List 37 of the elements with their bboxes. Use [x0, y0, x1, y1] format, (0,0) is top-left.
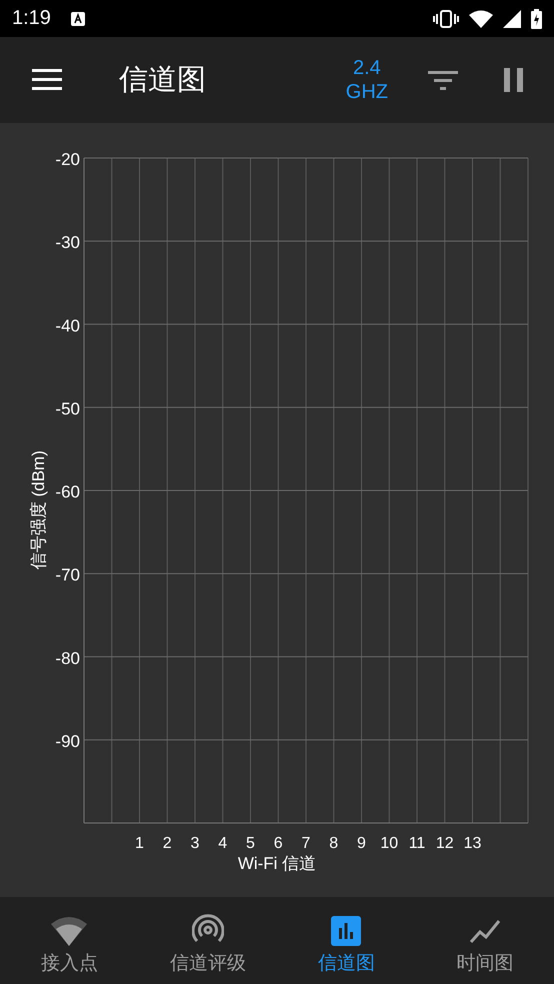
x-tick-label: 1 — [135, 835, 144, 852]
x-tick-label: 12 — [436, 835, 454, 852]
x-tick-label: 3 — [190, 835, 200, 852]
x-tick-label: 2 — [162, 835, 172, 852]
vibrate-icon — [433, 10, 459, 28]
x-tick-label: 6 — [274, 835, 283, 852]
nav-tab[interactable]: 接入点 — [0, 897, 138, 984]
x-tick-label: 7 — [302, 835, 310, 852]
y-tick-label: -60 — [55, 482, 80, 502]
screen-title: 信道图 — [119, 63, 206, 98]
x-axis-title: Wi-Fi 信道 — [238, 854, 316, 873]
y-tick-label: -70 — [55, 566, 80, 585]
nav-tab[interactable]: 信道图 — [277, 897, 416, 984]
x-tick-label: 13 — [464, 835, 482, 852]
y-tick-label: -90 — [55, 732, 80, 751]
band-toggle-button[interactable]: 2.4 GHZ — [346, 56, 388, 104]
x-tick-label: 4 — [218, 835, 228, 852]
nav-tab[interactable]: 信道评级 — [138, 897, 277, 984]
wifi-signal-icon — [469, 10, 493, 28]
y-tick-label: -80 — [55, 648, 80, 668]
x-tick-label: 11 — [408, 835, 426, 852]
wifi-icon — [51, 916, 88, 946]
x-tick-label: 8 — [329, 835, 338, 852]
x-tick-label: 5 — [246, 835, 255, 852]
battery-icon — [531, 8, 542, 28]
y-tick-label: -20 — [55, 150, 80, 169]
keyboard-icon — [70, 12, 85, 26]
bar-chart-icon — [331, 916, 362, 946]
x-tick-label: 10 — [380, 835, 398, 852]
cell-signal-icon — [503, 10, 521, 28]
y-axis-title: 信号强度 (dBm) — [29, 450, 48, 570]
y-tick-label: -50 — [55, 399, 80, 418]
y-tick-label: -30 — [55, 233, 80, 252]
x-tick-label: 9 — [357, 835, 366, 852]
y-tick-label: -40 — [55, 316, 80, 336]
status-time: 1:19 — [12, 7, 51, 30]
nav-tab[interactable]: 时间图 — [416, 897, 554, 984]
